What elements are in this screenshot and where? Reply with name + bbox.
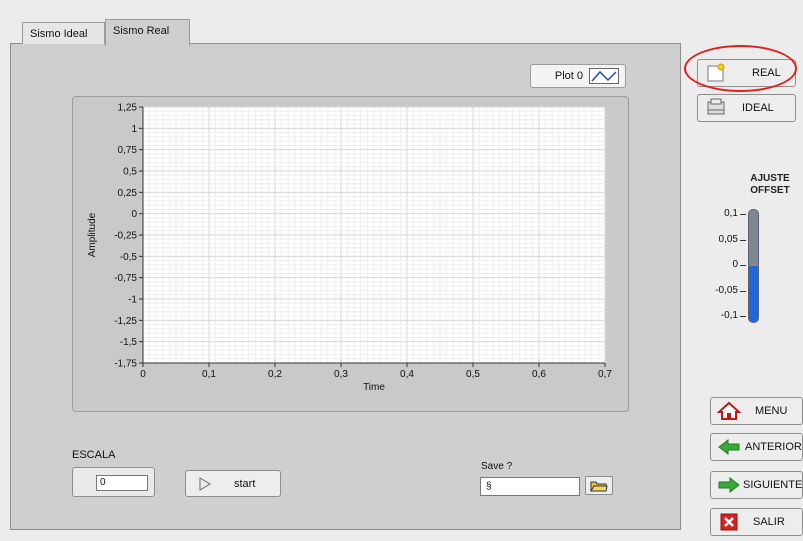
home-icon [717, 401, 741, 421]
path-glyph: § [486, 481, 492, 492]
real-lamp-icon [704, 63, 728, 83]
y-tick-label: -1,75 [114, 359, 137, 370]
y-tick-label: -0,5 [120, 252, 138, 263]
menu-label: MENU [755, 405, 788, 417]
real-label: REAL [752, 67, 781, 79]
start-label: start [234, 477, 256, 490]
offset-tick-mark [740, 214, 746, 215]
play-icon [199, 476, 211, 491]
y-tick-label: 1,25 [118, 103, 138, 114]
offset-slider-title: AJUSTE OFFSET [740, 173, 800, 197]
siguiente-button[interactable]: SIGUIENTE [710, 471, 803, 499]
menu-button[interactable]: MENU [710, 397, 803, 425]
y-tick-label: -0,75 [114, 273, 137, 284]
arrow-left-icon [717, 437, 741, 457]
folder-icon [590, 481, 608, 491]
offset-tick-mark [740, 239, 746, 241]
save-label: Save ? [481, 461, 513, 472]
close-icon [717, 512, 741, 532]
start-button[interactable]: start [185, 470, 281, 497]
browse-folder-button[interactable] [585, 476, 613, 495]
salir-label: SALIR [753, 516, 785, 528]
offset-tick-label: 0,1 [724, 208, 738, 219]
offset-tick-label: -0,05 [715, 284, 738, 296]
arrow-right-icon [717, 475, 741, 495]
salir-button[interactable]: SALIR [710, 508, 803, 536]
y-tick-label: -1,25 [114, 316, 137, 327]
x-tick-label: 0,6 [532, 369, 546, 380]
x-tick-label: 0,2 [268, 369, 282, 380]
offset-tick-mark [740, 316, 746, 317]
tab-sismo-real[interactable]: Sismo Real [105, 19, 190, 46]
y-tick-label: 0,75 [118, 145, 138, 156]
siguiente-label: SIGUIENTE [743, 479, 803, 491]
save-path-input[interactable]: § [480, 477, 580, 496]
offset-tick-label: 0,05 [718, 233, 738, 245]
offset-tick-label: 0 [732, 259, 738, 270]
anterior-label: ANTERIOR [745, 441, 802, 453]
y-tick-label: 0 [131, 209, 137, 220]
x-tick-label: 0,3 [334, 369, 348, 380]
waveform-chart: 1,25 1 0,75 0,5 0,25 0 -0,25 -0,5 -0,75 -1 -1,25 -1… [87, 103, 612, 394]
y-axis-label: Amplitude [87, 212, 98, 257]
offset-tick-mark [740, 290, 746, 292]
tab-sismo-ideal[interactable]: Sismo Ideal [22, 22, 105, 44]
ideal-button[interactable]: IDEAL [697, 94, 796, 122]
escala-input[interactable]: 0 [96, 475, 148, 491]
x-tick-label: 0,4 [400, 369, 414, 380]
offset-slider[interactable] [748, 209, 759, 323]
escala-label: ESCALA [72, 449, 116, 461]
x-tick-label: 0,5 [466, 369, 480, 380]
plot-line-style-icon [589, 68, 619, 84]
y-tick-label: 0,25 [118, 188, 138, 199]
waveform-graph: 1,25 1 0,75 0,5 0,25 0 -0,25 -0,5 -0,75 -1 -1,25 -1… [72, 96, 629, 412]
ideal-label: IDEAL [742, 102, 774, 114]
y-tick-label: 0,5 [123, 167, 137, 178]
x-tick-label: 0,1 [202, 369, 216, 380]
plot-legend-label: Plot 0 [554, 70, 583, 82]
x-axis-label: Time [363, 382, 385, 393]
escala-numeric-control[interactable]: 0 [72, 467, 155, 497]
y-tick-label: -0,25 [114, 231, 137, 242]
real-button[interactable]: REAL [697, 59, 796, 87]
x-tick-label: 0,7 [598, 369, 612, 380]
y-tick-label: -1 [128, 295, 137, 306]
offset-tick-mark [740, 265, 746, 266]
plot-legend[interactable]: Plot 0 [530, 64, 626, 88]
y-tick-label: -1,5 [120, 337, 138, 348]
offset-title-line2: OFFSET [750, 185, 790, 196]
offset-title-line1: AJUSTE [750, 173, 790, 184]
y-tick-label: 1 [131, 124, 137, 135]
anterior-button[interactable]: ANTERIOR [710, 433, 803, 461]
x-tick-label: 0 [140, 369, 146, 380]
offset-slider-fill[interactable] [749, 266, 758, 322]
offset-tick-label: -0,1 [720, 310, 738, 321]
ideal-lamp-icon [704, 98, 728, 118]
